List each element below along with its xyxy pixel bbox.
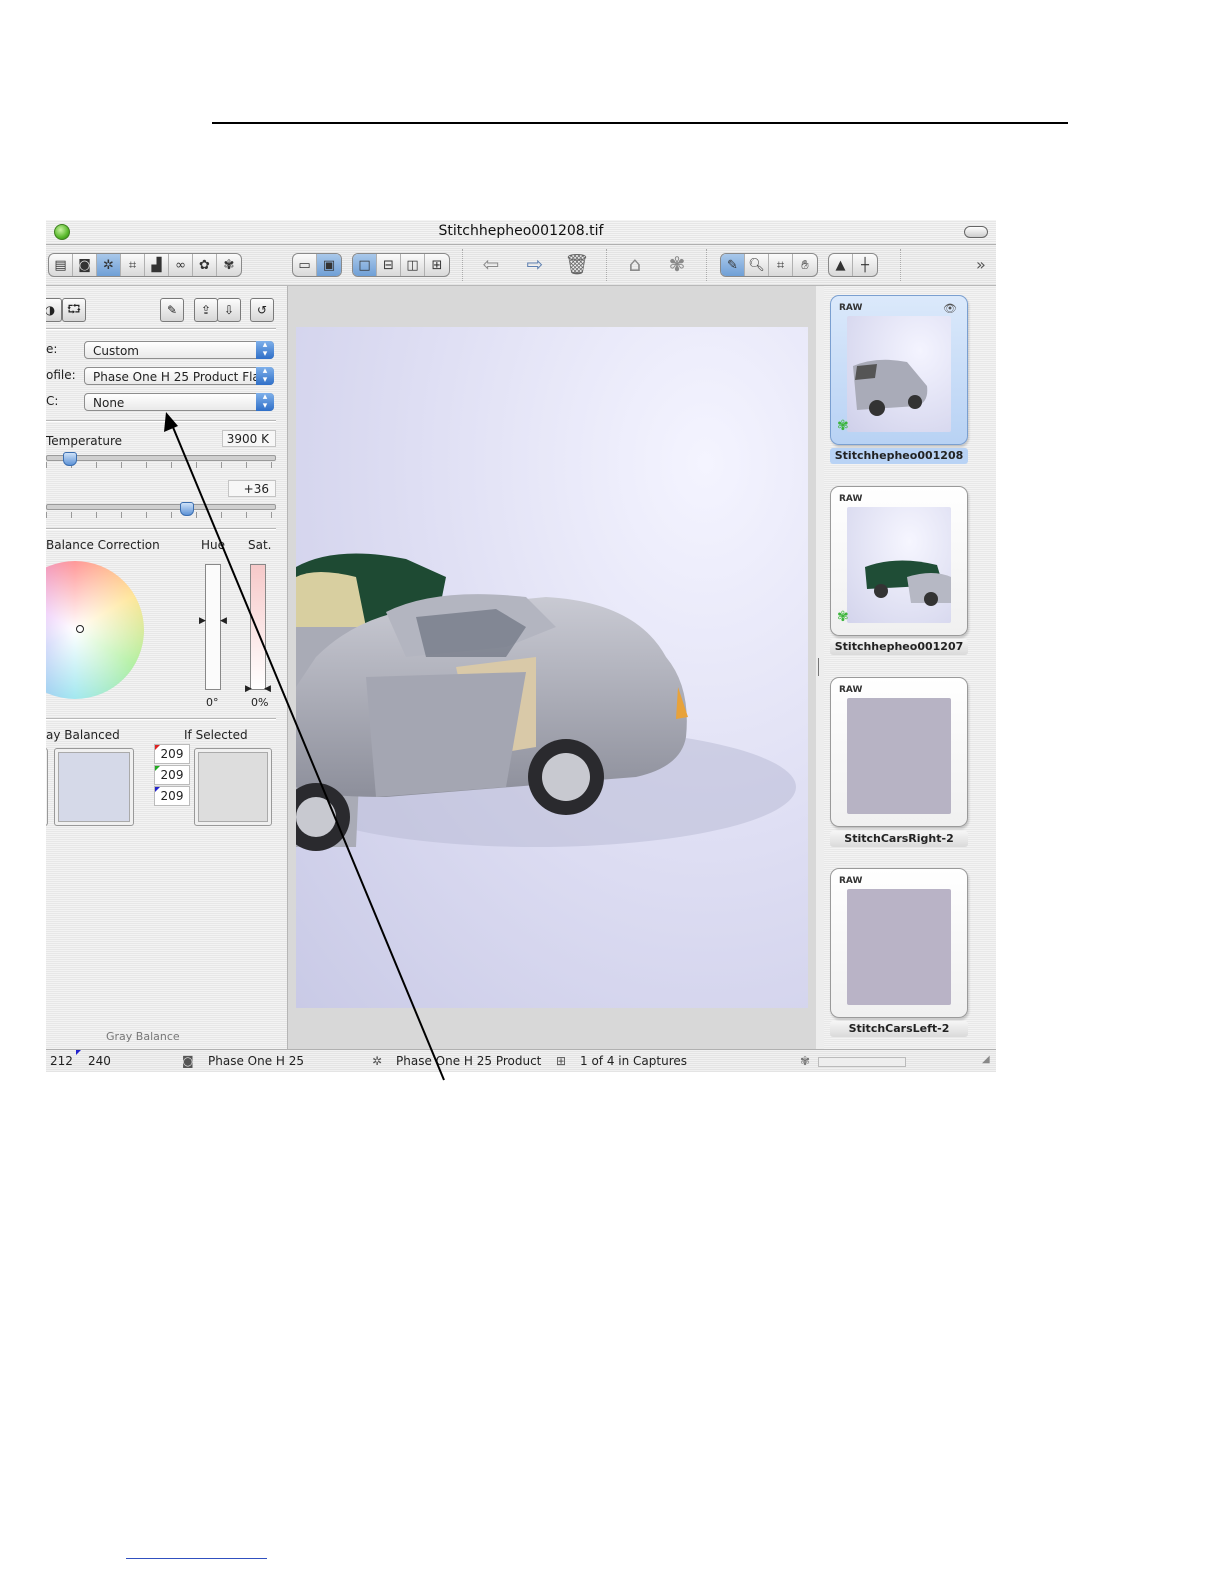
arrow-head: [164, 412, 178, 432]
arrow-line: [169, 419, 445, 1081]
annotation-arrow: [164, 412, 445, 1081]
footer-rule: [126, 1558, 267, 1559]
